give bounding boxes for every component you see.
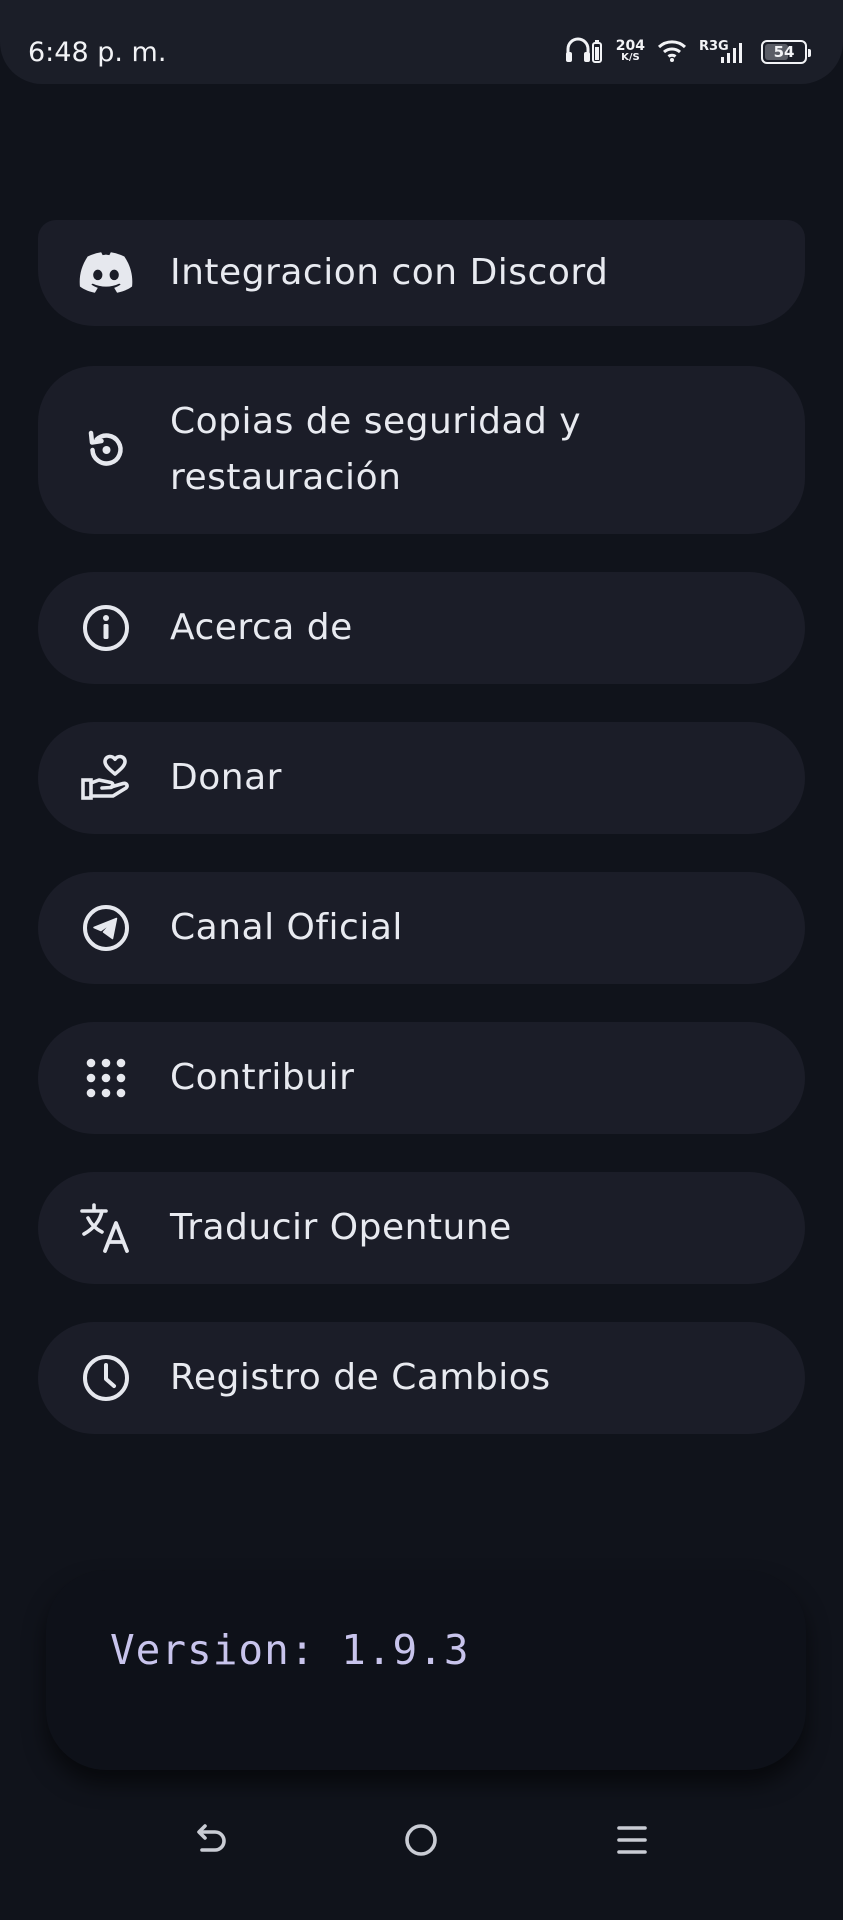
settings-item-translate[interactable]: Traducir Opentune (38, 1172, 805, 1284)
info-icon (78, 600, 134, 656)
settings-item-label: Donar (170, 757, 282, 798)
battery-percent: 54 (773, 43, 795, 61)
settings-item-changelog[interactable]: Registro de Cambios (38, 1322, 805, 1434)
discord-icon (78, 244, 134, 300)
home-button[interactable] (391, 1810, 451, 1870)
wifi-icon (657, 38, 687, 67)
translate-icon (78, 1200, 134, 1256)
settings-item-label: Integracion con Discord (170, 252, 609, 293)
signal-icon (721, 43, 742, 63)
battery-icon: 54 (761, 40, 811, 64)
back-button[interactable] (181, 1810, 241, 1870)
settings-item-about[interactable]: Acerca de (38, 572, 805, 684)
settings-item-label: Copias de seguridad y restauración (170, 401, 582, 498)
settings-item-label: Canal Oficial (170, 907, 403, 948)
settings-item-label: Traducir Opentune (170, 1207, 512, 1248)
grid-dots-icon (78, 1050, 134, 1106)
settings-item-contribute[interactable]: Contribuir (38, 1022, 805, 1134)
status-bar: 6:48 p. m. 204 K/S R3G 54 (0, 0, 843, 84)
settings-item-discord[interactable]: Integracion con Discord (38, 220, 805, 326)
settings-item-donate[interactable]: Donar (38, 722, 805, 834)
navigation-bar (0, 1780, 843, 1920)
back-icon (197, 1824, 226, 1852)
settings-item-label: Contribuir (170, 1057, 355, 1098)
settings-item-label: Acerca de (170, 607, 353, 648)
network-speed-unit: K/S (621, 52, 640, 63)
settings-item-label: Registro de Cambios (170, 1357, 551, 1398)
status-icons: 204 K/S R3G 54 (564, 32, 811, 72)
home-icon (405, 1824, 437, 1856)
donate-icon (78, 750, 134, 806)
recents-button[interactable] (602, 1810, 662, 1870)
clock-icon (78, 1350, 134, 1406)
telegram-icon (78, 900, 134, 956)
settings-item-official-channel[interactable]: Canal Oficial (38, 872, 805, 984)
backup-restore-icon (78, 422, 134, 478)
version-text: Version: 1.9.3 (110, 1626, 470, 1674)
menu-icon (617, 1826, 647, 1854)
network-speed: 204 K/S (615, 38, 645, 64)
network-speed-value: 204 (615, 38, 645, 54)
settings-item-backup[interactable]: Copias de seguridad y restauración (38, 366, 805, 534)
headphones-icon (564, 35, 604, 70)
signal-indicator: R3G (699, 35, 749, 69)
status-time: 6:48 p. m. (28, 37, 167, 68)
version-card: Version: 1.9.3 (46, 1570, 806, 1770)
